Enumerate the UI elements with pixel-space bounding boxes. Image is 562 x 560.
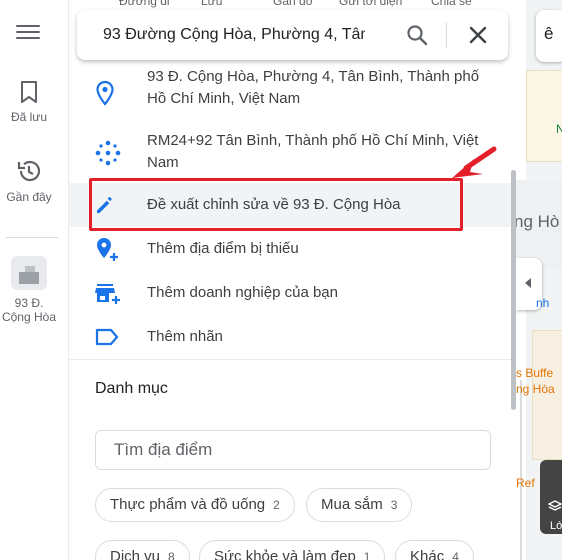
menu-item-plus-code[interactable]: RM24+92 Tân Bình, Thành phố Hồ Chí Minh,… bbox=[69, 129, 516, 181]
search-box: 93 Đường Cộng Hòa, Phường 4, Tân Bình bbox=[77, 10, 508, 60]
recents-button[interactable]: Gần đây bbox=[0, 158, 58, 204]
top-actions: Đường đi Lưu Gần đó Gửi tới điện Chia sẻ bbox=[69, 0, 516, 10]
map-street-label: ng Hò bbox=[516, 212, 560, 231]
recents-label: Gần đây bbox=[6, 190, 52, 204]
left-rail: Đã lưu Gần đây 93 Đ. Cộng Hòa bbox=[0, 0, 69, 560]
chip-count: 4 bbox=[452, 550, 459, 560]
address-text: 93 Đ. Cộng Hòa, Phường 4, Tân Bình, Thàn… bbox=[147, 68, 480, 107]
chip-count: 1 bbox=[363, 550, 371, 560]
saved-label: Đã lưu bbox=[10, 110, 48, 124]
history-icon bbox=[17, 160, 41, 182]
map-view[interactable]: ê N ng Hò nh s Buffe ng Hòa Ref Lớ bbox=[516, 0, 562, 560]
plus-code-text: RM24+92 Tân Bình, Thành phố Hồ Chí Minh,… bbox=[147, 132, 479, 171]
menu-icon[interactable] bbox=[16, 25, 40, 45]
place-search-input[interactable]: Tìm địa điểm bbox=[95, 430, 491, 470]
map-label: s Buffe bbox=[516, 366, 554, 380]
chip-label: Thực phẩm và đồ uống bbox=[110, 496, 266, 513]
map-block bbox=[526, 70, 562, 162]
recent-place-item[interactable]: 93 Đ. Cộng Hòa bbox=[0, 256, 58, 324]
chip-shopping[interactable]: Mua sắm 3 bbox=[306, 488, 413, 522]
map-road bbox=[520, 380, 522, 560]
chip-other[interactable]: Khác 4 bbox=[395, 540, 474, 560]
chip-label: Khác bbox=[410, 548, 445, 560]
menu-item-add-business[interactable]: Thêm doanh nghiệp của bạn bbox=[69, 274, 516, 314]
annotation-highlight-box bbox=[89, 178, 463, 231]
map-label: N bbox=[556, 122, 562, 136]
place-thumbnail bbox=[11, 256, 47, 290]
action-share[interactable]: Chia sẻ bbox=[431, 0, 472, 8]
add-label-text: Thêm nhãn bbox=[147, 328, 223, 345]
layers-icon bbox=[548, 500, 562, 511]
label-icon bbox=[95, 328, 119, 346]
close-icon[interactable] bbox=[467, 24, 489, 46]
chip-count: 8 bbox=[168, 550, 175, 560]
search-divider bbox=[446, 22, 447, 48]
chip-health-beauty[interactable]: Sức khỏe và làm đẹp 1 bbox=[199, 540, 386, 560]
chip-services[interactable]: Dịch vụ 8 bbox=[95, 540, 190, 560]
plus-code-icon bbox=[95, 140, 121, 166]
map-tab-button[interactable]: ê bbox=[536, 10, 562, 62]
rail-divider bbox=[6, 237, 58, 238]
menu-item-add-missing-place[interactable]: Thêm địa điểm bị thiếu bbox=[69, 230, 516, 270]
map-label: Ref bbox=[516, 476, 535, 490]
action-nearby[interactable]: Gần đó bbox=[273, 0, 312, 8]
action-directions[interactable]: Đường đi bbox=[119, 0, 170, 8]
map-label: nh bbox=[536, 296, 550, 310]
chip-label: Mua sắm bbox=[321, 496, 383, 513]
chip-count: 3 bbox=[390, 498, 398, 512]
context-panel: Đường đi Lưu Gần đó Gửi tới điện Chia sẻ… bbox=[69, 0, 516, 560]
caret-left-icon bbox=[525, 278, 531, 288]
menu-item-address[interactable]: 93 Đ. Cộng Hòa, Phường 4, Tân Bình, Thàn… bbox=[69, 66, 516, 118]
chip-label: Dịch vụ bbox=[110, 548, 161, 560]
chip-food-drink[interactable]: Thực phẩm và đồ uống 2 bbox=[95, 488, 295, 522]
layers-label: Lớ bbox=[550, 520, 562, 532]
add-business-text: Thêm doanh nghiệp của bạn bbox=[147, 284, 338, 301]
menu-item-add-label[interactable]: Thêm nhãn bbox=[69, 318, 516, 358]
search-input[interactable]: 93 Đường Cộng Hòa, Phường 4, Tân Bình bbox=[103, 26, 365, 44]
saved-button[interactable]: Đã lưu bbox=[0, 80, 58, 124]
categories-title: Danh mục bbox=[95, 380, 168, 397]
recent-place-label: 93 Đ. Cộng Hòa bbox=[1, 296, 57, 324]
search-icon[interactable] bbox=[406, 24, 428, 46]
section-divider bbox=[69, 359, 516, 360]
action-save[interactable]: Lưu bbox=[201, 0, 222, 8]
layers-button[interactable]: Lớ bbox=[540, 460, 562, 534]
add-missing-place-text: Thêm địa điểm bị thiếu bbox=[147, 240, 299, 257]
map-label: ng Hòa bbox=[516, 382, 555, 396]
location-pin-icon bbox=[96, 80, 114, 106]
add-business-icon bbox=[95, 284, 120, 304]
chip-label: Sức khỏe và làm đẹp bbox=[214, 548, 356, 560]
action-send[interactable]: Gửi tới điện bbox=[339, 0, 402, 8]
bookmark-icon bbox=[21, 81, 37, 103]
add-location-icon bbox=[97, 238, 118, 261]
chip-count: 2 bbox=[273, 498, 280, 512]
